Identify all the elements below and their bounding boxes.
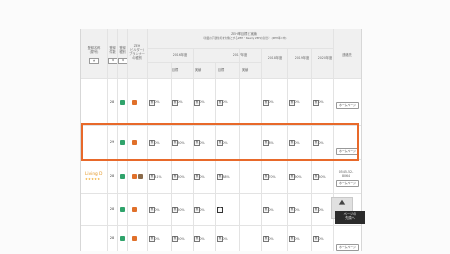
value-percent: 0% xyxy=(199,174,205,179)
value-percent: 0% xyxy=(199,207,205,212)
value-percent: 0% xyxy=(318,100,324,104)
type-badge xyxy=(119,236,125,241)
header-zeh-builder: ZEH ビルダー/ プランナー の種別 xyxy=(129,44,145,60)
homepage-button[interactable]: ホームページ xyxy=(336,180,359,187)
header-result-2017: 実績 xyxy=(241,68,249,72)
value-percent: 50% xyxy=(318,174,326,179)
homepage-button[interactable]: ホームページ xyxy=(336,244,359,251)
value-percent: 0% xyxy=(294,236,300,241)
value-percent: 0% xyxy=(294,100,300,104)
homepage-button[interactable]: ホームページ xyxy=(336,102,359,109)
contact-phone: 0545-52- 8064 xyxy=(338,170,354,179)
value-percent: 0% xyxy=(318,236,324,241)
header-badge-kind: 登録 種別 xyxy=(119,46,126,54)
header-member-name: 登録名称 (屋号) xyxy=(87,46,101,54)
builder-badge xyxy=(132,99,137,105)
value-percent: 0% xyxy=(177,100,183,104)
value-percent: 0% xyxy=(268,207,274,212)
value-percent: 0% xyxy=(199,236,205,241)
sort-name-button[interactable]: ▲ xyxy=(89,58,99,64)
value-percent: 0% xyxy=(318,207,324,212)
member-count: 28 xyxy=(109,99,115,104)
builder-badge xyxy=(132,207,137,212)
value-percent: 70% xyxy=(268,174,276,179)
up-arrow-icon xyxy=(338,199,346,205)
value-percent: 0% xyxy=(199,100,205,104)
rating-stars: ★★★★★ xyxy=(85,177,101,181)
member-count: 28 xyxy=(109,207,115,211)
value-percent: 0% xyxy=(222,236,228,241)
scroll-to-top-label[interactable]: ページの 先頭へ xyxy=(335,211,365,224)
value-percent: 0% xyxy=(222,100,228,104)
header-fy2016: 2016年度 xyxy=(172,53,188,57)
value-percent: 0% xyxy=(268,100,274,104)
value-percent: 41% xyxy=(154,174,162,179)
value-percent: 0% xyxy=(154,236,160,241)
header-target-2017: 目標 xyxy=(217,68,225,72)
value-percent: 50% xyxy=(177,174,185,179)
header-target-sub: 〈新築の戸建住宅を対象とするZEH・Nearly ZEHの割合〉 (ZEH率=中… xyxy=(201,37,287,40)
planner-badge xyxy=(138,174,143,179)
header-contact: 連絡先 xyxy=(342,53,352,57)
builder-badge xyxy=(132,174,137,179)
type-badge xyxy=(119,174,125,179)
builder-badge xyxy=(132,236,137,241)
highlighted-row-outline xyxy=(81,123,359,161)
type-badge xyxy=(119,207,125,212)
header-target-title: ZEH率目標と実績 xyxy=(231,32,257,36)
header-fy2018: 2018年度 xyxy=(267,56,283,60)
value-percent: 0% xyxy=(154,207,160,212)
value-percent: 90% xyxy=(294,174,302,179)
value-percent: 50% xyxy=(177,207,185,212)
header-count: 登録 件数 xyxy=(109,46,116,54)
value-percent: 0% xyxy=(294,207,300,212)
value-percent: 0% xyxy=(154,100,160,104)
header-result-2016: 実績 xyxy=(194,68,202,72)
member-count: 28 xyxy=(109,174,115,178)
value-percent: 50% xyxy=(177,236,185,241)
value-percent: 0% xyxy=(268,236,274,241)
value-percent: 88% xyxy=(222,174,230,179)
member-count: 28 xyxy=(109,236,115,240)
value-mark-icon: 黒 xyxy=(217,207,223,213)
type-badge xyxy=(119,99,125,105)
